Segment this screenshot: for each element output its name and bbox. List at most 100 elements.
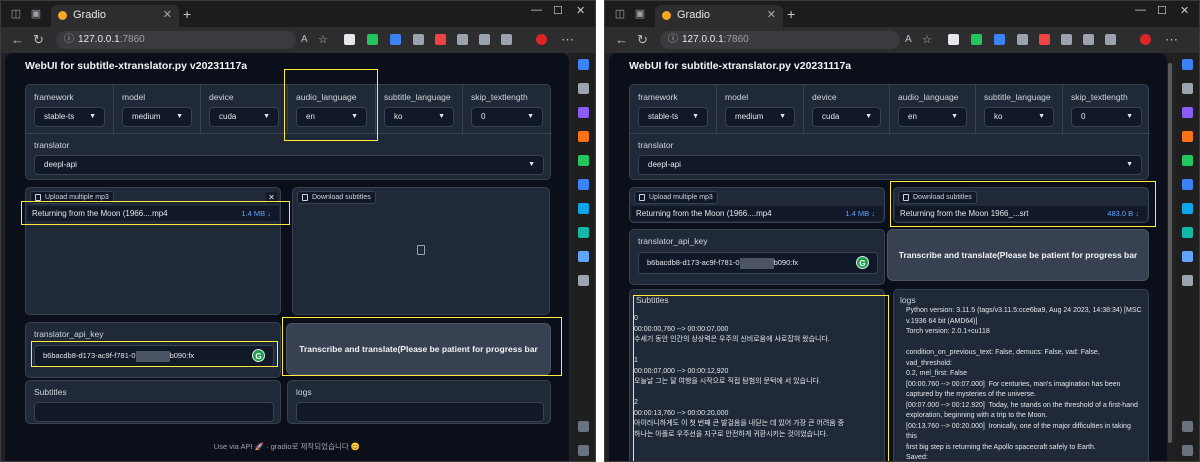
uploaded-file-row[interactable]: Returning from the Moon (1966....mp4 1.4… [631,206,883,221]
model-dropdown[interactable]: medium ▼ [122,107,192,127]
skip-textlength-dropdown[interactable]: 0 ▼ [471,107,543,127]
search-icon[interactable] [578,83,589,94]
hide-sidebar-icon[interactable] [1182,421,1193,432]
translator-dropdown[interactable]: deepl-api ▼ [638,155,1142,175]
new-tab-button[interactable]: + [787,6,795,22]
maximize-button[interactable]: ☐ [553,4,563,17]
url-field[interactable]: ⓘ 127.0.0.1:7860 [56,31,296,49]
close-tab-icon[interactable]: ✕ [163,5,172,25]
transcribe-translate-button[interactable]: Transcribe and translate(Please be patie… [286,323,551,404]
tools-icon[interactable] [1182,131,1193,142]
more-menu-icon[interactable]: ⋯ [1165,33,1178,47]
favorites-icon[interactable] [1105,34,1116,45]
tab-gradio[interactable]: Gradio ✕ [655,5,783,27]
bing-icon[interactable] [578,251,589,262]
extension-icon[interactable] [1061,34,1072,45]
file-size-download-link[interactable]: 1.4 MB ↓ [845,206,875,221]
hide-sidebar-icon[interactable] [578,421,589,432]
gear-icon[interactable] [1182,445,1193,456]
maximize-button[interactable]: ☐ [1157,4,1167,17]
back-icon[interactable]: ← [615,33,628,47]
close-tab-icon[interactable]: ✕ [767,5,776,25]
site-info-icon[interactable]: ⓘ [64,31,74,49]
skip-textlength-dropdown[interactable]: 0 ▼ [1071,107,1142,127]
minimize-button[interactable]: — [531,4,542,16]
shopping-icon[interactable] [578,107,589,118]
logs-output[interactable]: Python version: 3.11.5 (tags/v3.11.5:cce… [906,306,1142,461]
close-window-button[interactable]: ✕ [576,4,585,17]
grammarly-icon[interactable]: G [856,256,869,269]
audio-language-dropdown[interactable]: en ▼ [898,107,967,127]
favorite-star-icon[interactable]: ☆ [318,33,328,47]
download-file-row[interactable]: Returning from the Moon 1966_...srt 483.… [895,206,1147,221]
copilot-icon[interactable] [1182,59,1193,70]
extension-icon[interactable] [994,34,1005,45]
uploaded-file-row[interactable]: Returning from the Moon (1966....mp4 1.4… [27,206,279,221]
device-dropdown[interactable]: cuda ▼ [209,107,279,127]
extension-icon[interactable] [390,34,401,45]
close-window-button[interactable]: ✕ [1180,4,1189,17]
translator-api-key-input[interactable]: b6bacdb8-d173-ac9f-f781-0 b090:fx [34,345,274,367]
tab-actions-icon[interactable]: ▣ [633,7,647,21]
m365-icon[interactable] [1182,179,1193,190]
device-dropdown[interactable]: cuda ▼ [812,107,881,127]
download-file-box[interactable]: Download subtitles Returning from the Mo… [893,187,1149,223]
favorites-icon[interactable] [501,34,512,45]
favorite-star-icon[interactable]: ☆ [922,33,932,47]
model-dropdown[interactable]: medium ▼ [725,107,795,127]
upload-file-box[interactable]: Upload multiple mp3 Returning from the M… [629,187,885,223]
workspaces-icon[interactable]: ◫ [613,7,627,21]
minimize-button[interactable]: — [1135,4,1146,16]
new-tab-button[interactable]: + [183,6,191,22]
workspaces-icon[interactable]: ◫ [9,7,23,21]
framework-dropdown[interactable]: stable-ts ▼ [638,107,708,127]
page-scrollbar[interactable] [1167,53,1173,461]
read-aloud-icon[interactable]: A [905,33,912,47]
m365-icon[interactable] [578,179,589,190]
site-info-icon[interactable]: ⓘ [668,31,678,49]
translator-api-key-input[interactable]: b6bacdb8-d173-ac9f-f781-0 b090:fx [638,252,878,274]
split-screen-icon[interactable] [479,34,490,45]
url-field[interactable]: ⓘ 127.0.0.1:7860 [660,31,900,49]
profile-avatar[interactable] [1140,34,1151,45]
scrollbar-thumb[interactable] [1168,63,1172,443]
extension-icon[interactable] [435,34,446,45]
outlook-icon[interactable] [578,203,589,214]
translator-dropdown[interactable]: deepl-api ▼ [34,155,544,175]
tab-gradio[interactable]: Gradio ✕ [51,5,179,27]
extension-icon[interactable] [457,34,468,45]
extension-icon[interactable] [367,34,378,45]
refresh-icon[interactable]: ↻ [637,33,648,47]
grammarly-icon[interactable]: G [252,349,265,362]
extension-icon[interactable] [1039,34,1050,45]
games-icon[interactable] [1182,155,1193,166]
framework-dropdown[interactable]: stable-ts ▼ [34,107,105,127]
transcribe-translate-button[interactable]: Transcribe and translate(Please be patie… [887,229,1149,310]
extension-icon[interactable] [1017,34,1028,45]
add-icon[interactable] [578,275,589,286]
tools-icon[interactable] [578,131,589,142]
gear-icon[interactable] [578,445,589,456]
clear-file-icon[interactable]: ✕ [266,192,277,203]
audio-language-dropdown[interactable]: en ▼ [296,107,367,127]
file-size-download-link[interactable]: 483.0 B ↓ [1107,206,1139,221]
upload-file-box[interactable]: Upload multiple mp3 ✕ Returning from the… [25,187,281,315]
games-icon[interactable] [578,155,589,166]
search-icon[interactable] [1182,83,1193,94]
extension-icon[interactable] [948,34,959,45]
bing-icon[interactable] [1182,251,1193,262]
extension-icon[interactable] [413,34,424,45]
logs-output[interactable] [296,402,544,422]
file-size-download-link[interactable]: 1.4 MB ↓ [241,206,271,221]
tab-actions-icon[interactable]: ▣ [29,7,43,21]
drop-icon[interactable] [578,227,589,238]
more-menu-icon[interactable]: ⋯ [561,33,574,47]
subtitles-output[interactable] [34,402,274,422]
extension-icon[interactable] [344,34,355,45]
footer[interactable]: Use via API 🚀 · gradio로 제작되었습니다 😊 [5,441,569,452]
profile-avatar[interactable] [536,34,547,45]
read-aloud-icon[interactable]: A [301,33,308,47]
refresh-icon[interactable]: ↻ [33,33,44,47]
drop-icon[interactable] [1182,227,1193,238]
outlook-icon[interactable] [1182,203,1193,214]
